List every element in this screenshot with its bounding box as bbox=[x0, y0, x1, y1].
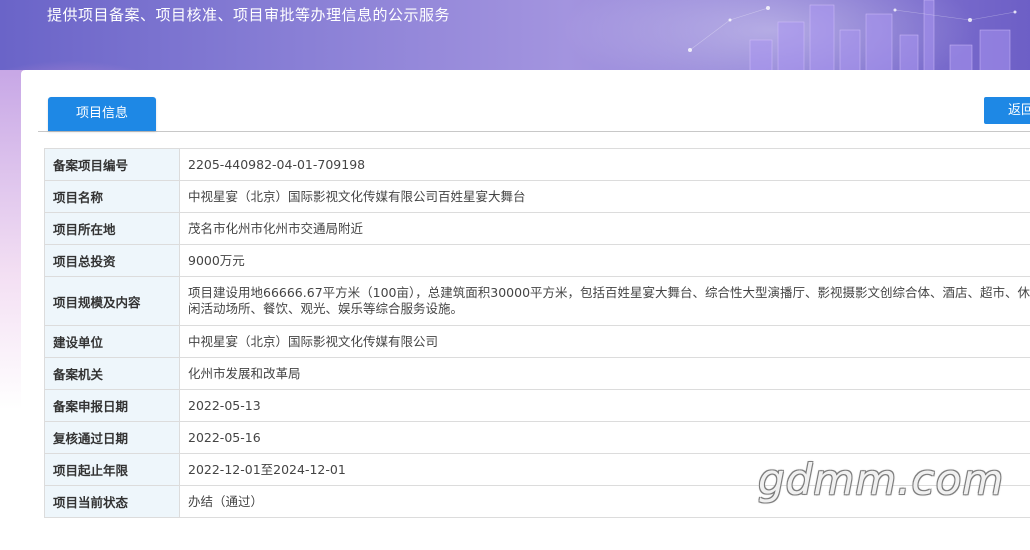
row-label: 项目名称 bbox=[45, 181, 180, 213]
row-value: 9000万元 bbox=[180, 245, 1030, 277]
table-row: 项目所在地 茂名市化州市化州市交通局附近 bbox=[45, 213, 1030, 245]
row-label: 建设单位 bbox=[45, 326, 180, 358]
row-value: 中视星宴（北京）国际影视文化传媒有限公司 bbox=[180, 326, 1030, 358]
table-row: 备案项目编号 2205-440982-04-01-709198 bbox=[45, 149, 1030, 181]
city-skyline-graphic bbox=[670, 0, 1030, 75]
row-label: 备案项目编号 bbox=[45, 149, 180, 181]
row-label: 项目所在地 bbox=[45, 213, 180, 245]
banner-subtitle: 提供项目备案、项目核准、项目审批等办理信息的公示服务 bbox=[47, 4, 450, 25]
row-label: 备案机关 bbox=[45, 358, 180, 390]
row-value: 2022-05-16 bbox=[180, 422, 1030, 454]
table-row: 项目规模及内容 项目建设用地66666.67平方米（100亩），总建筑面积300… bbox=[45, 277, 1030, 326]
row-value: 中视星宴（北京）国际影视文化传媒有限公司百姓星宴大舞台 bbox=[180, 181, 1030, 213]
table-row: 项目总投资 9000万元 bbox=[45, 245, 1030, 277]
row-value: 项目建设用地66666.67平方米（100亩），总建筑面积30000平方米，包括… bbox=[180, 277, 1030, 326]
table-row: 备案申报日期 2022-05-13 bbox=[45, 390, 1030, 422]
tab-bar bbox=[38, 97, 1030, 132]
back-button[interactable]: 返回 bbox=[984, 97, 1030, 124]
row-label: 项目当前状态 bbox=[45, 486, 180, 518]
table-row: 备案机关 化州市发展和改革局 bbox=[45, 358, 1030, 390]
row-label: 项目规模及内容 bbox=[45, 277, 180, 326]
table-row: 复核通过日期 2022-05-16 bbox=[45, 422, 1030, 454]
row-value: 茂名市化州市化州市交通局附近 bbox=[180, 213, 1030, 245]
row-label: 项目起止年限 bbox=[45, 454, 180, 486]
row-value: 2022-05-13 bbox=[180, 390, 1030, 422]
row-label: 备案申报日期 bbox=[45, 390, 180, 422]
table-row: 项目名称 中视星宴（北京）国际影视文化传媒有限公司百姓星宴大舞台 bbox=[45, 181, 1030, 213]
table-row: 建设单位 中视星宴（北京）国际影视文化传媒有限公司 bbox=[45, 326, 1030, 358]
site-watermark: gdmm.com bbox=[758, 455, 1004, 504]
row-label: 项目总投资 bbox=[45, 245, 180, 277]
row-label: 复核通过日期 bbox=[45, 422, 180, 454]
tab-project-info[interactable]: 项目信息 bbox=[48, 97, 156, 131]
row-value: 化州市发展和改革局 bbox=[180, 358, 1030, 390]
row-value: 2205-440982-04-01-709198 bbox=[180, 149, 1030, 181]
